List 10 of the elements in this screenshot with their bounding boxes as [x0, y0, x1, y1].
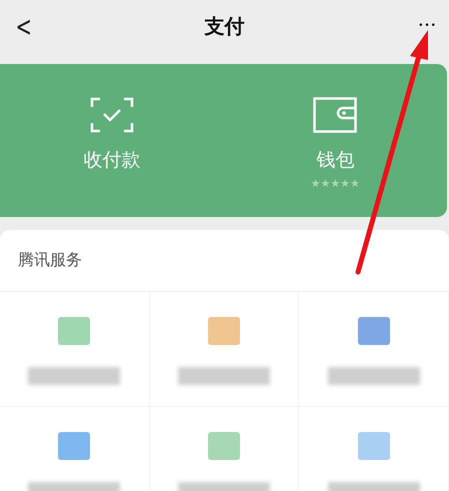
back-button[interactable]: < [16, 10, 32, 42]
section-title: 腾讯服务 [0, 230, 449, 292]
service-tile[interactable] [0, 292, 150, 407]
page-title: 支付 [204, 12, 244, 40]
wallet-icon[interactable] [313, 97, 358, 133]
service-tile[interactable] [150, 292, 300, 407]
scan-check-icon[interactable] [90, 97, 134, 133]
service-tile[interactable] [299, 292, 449, 407]
masked-balance: ★★★★★ [310, 177, 360, 190]
more-button[interactable]: ••• [418, 21, 437, 31]
